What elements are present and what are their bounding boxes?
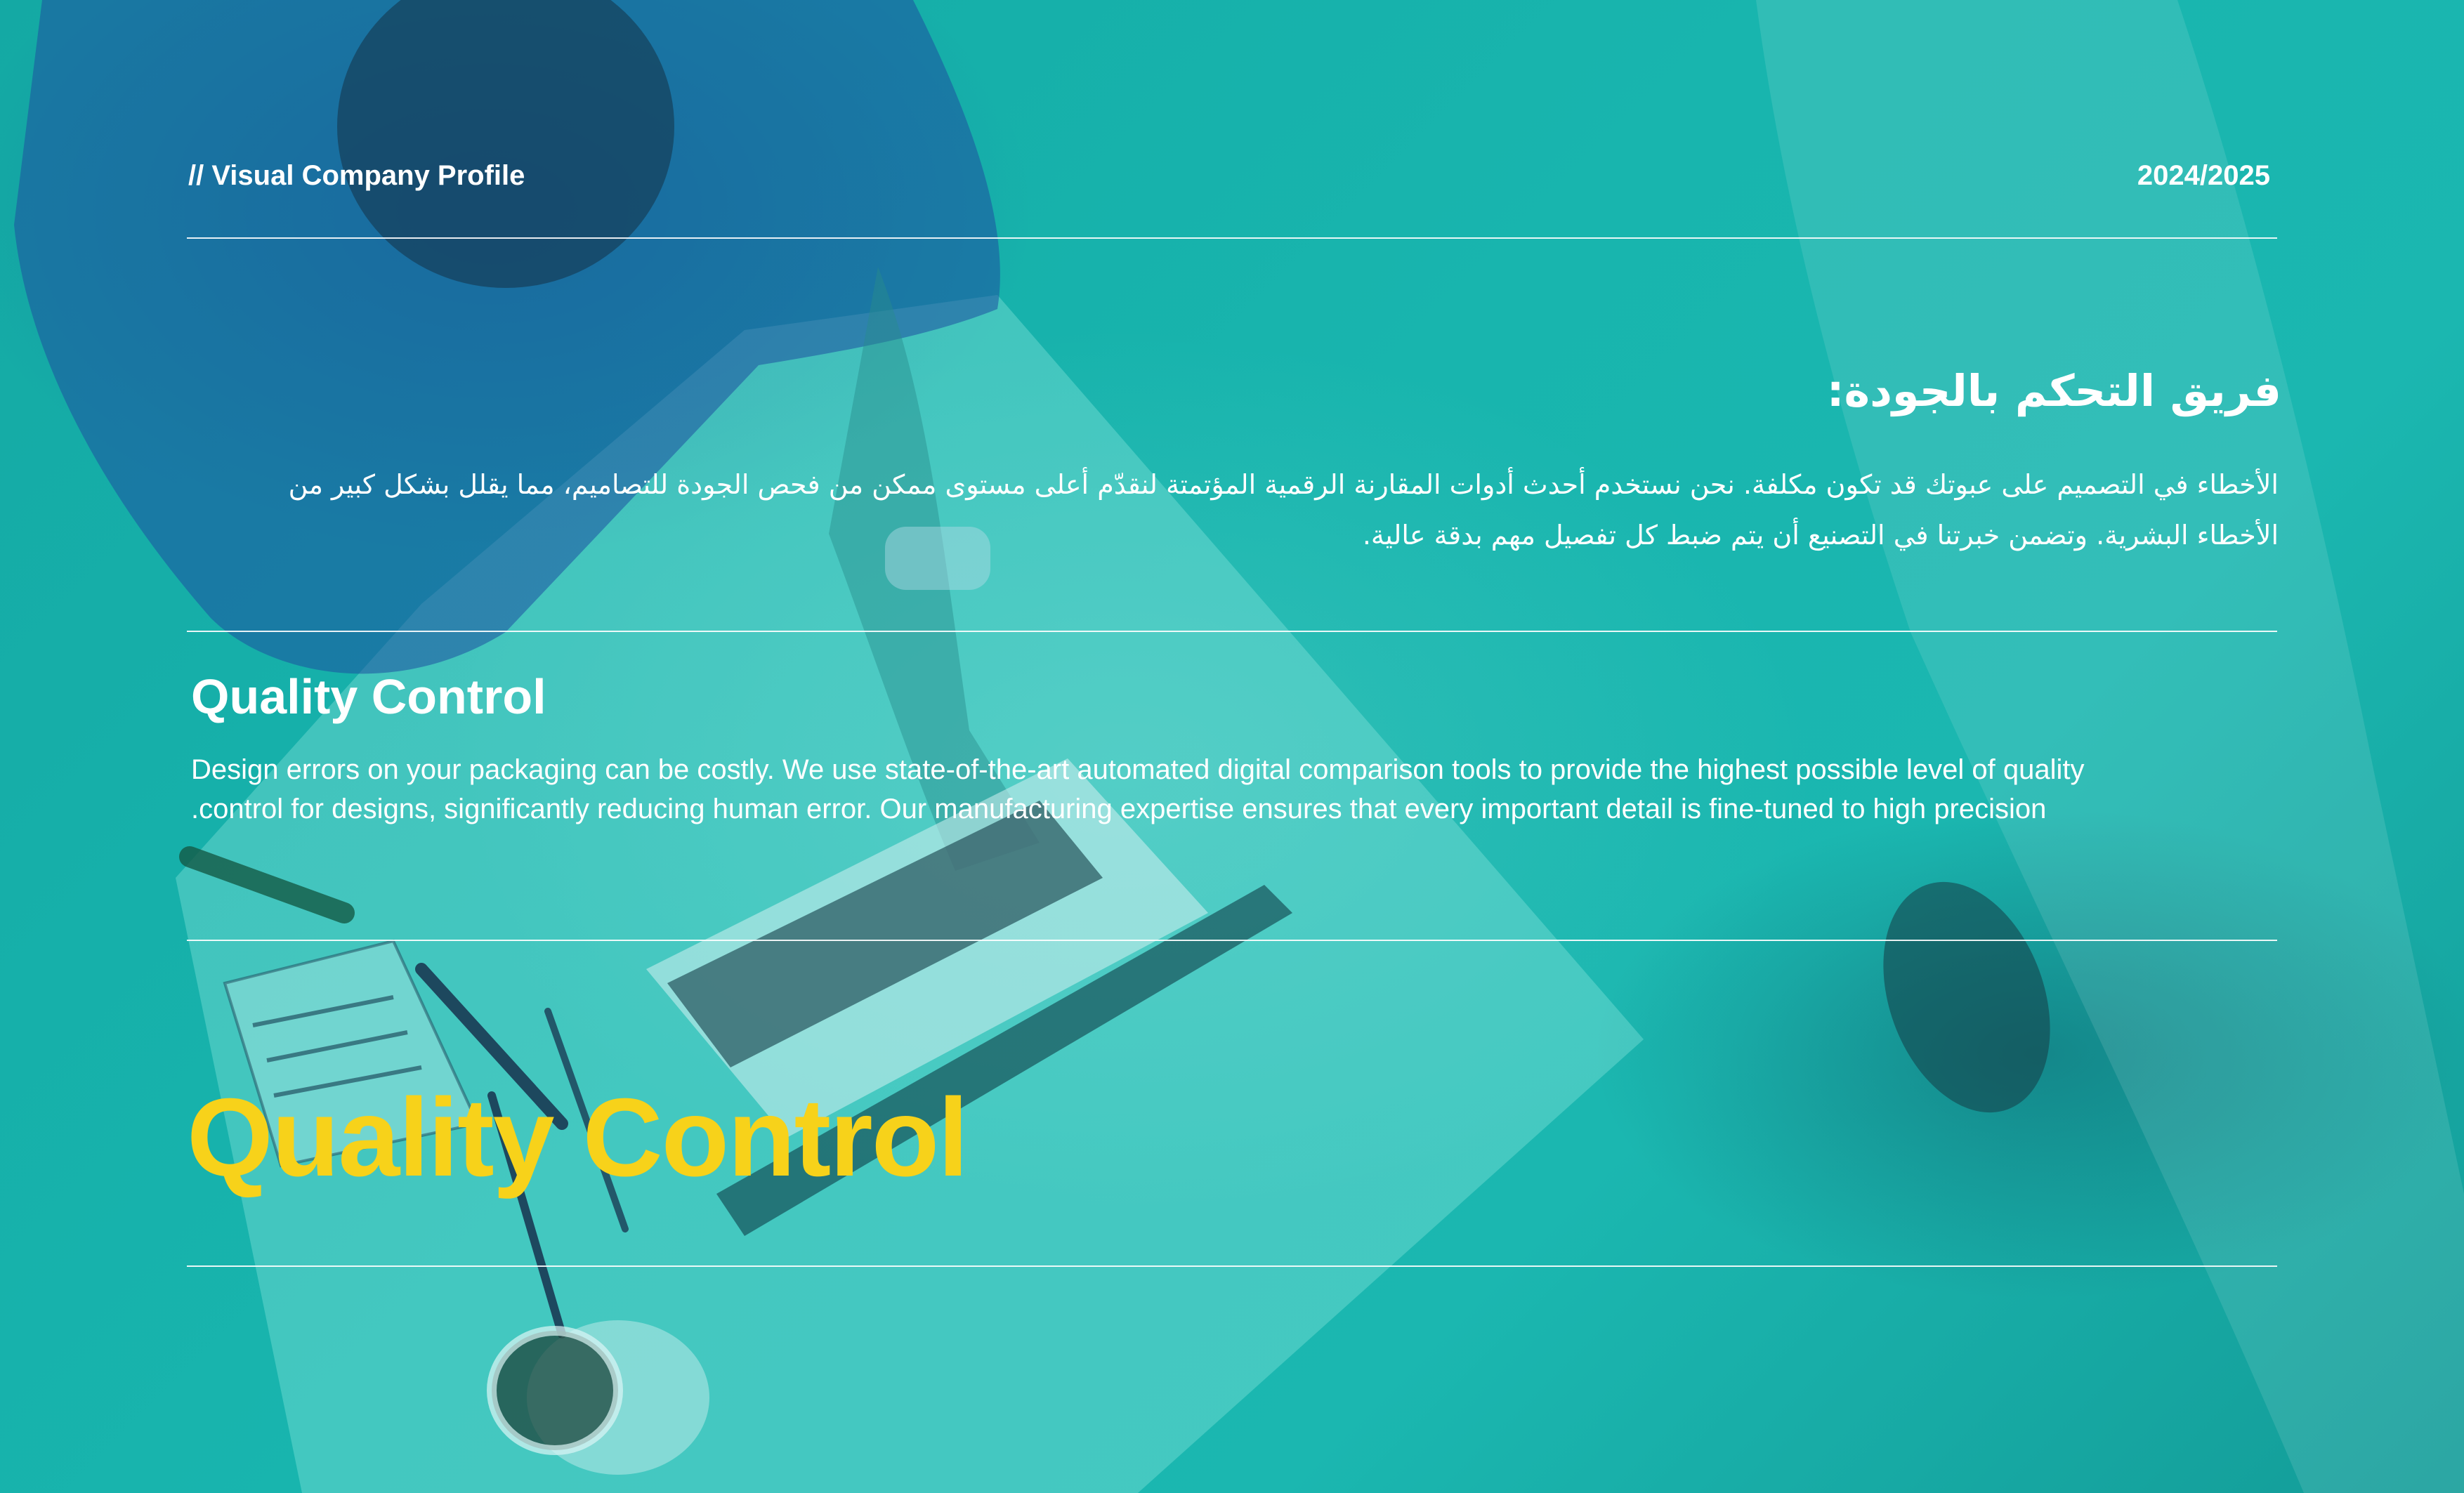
- profile-label: // Visual Company Profile: [188, 160, 525, 191]
- hero-title: Quality Control: [187, 1076, 969, 1199]
- english-section-title: Quality Control: [191, 669, 546, 724]
- divider-bottom: [187, 1265, 2277, 1267]
- english-section-body: Design errors on your packaging can be c…: [191, 750, 2270, 829]
- english-body-line-2: .control for designs, significantly redu…: [191, 794, 2047, 824]
- divider-middle: [187, 631, 2277, 632]
- arabic-section-body: الأخطاء في التصميم على عبوتك قد تكون مكل…: [288, 469, 2279, 551]
- english-body-line-1: Design errors on your packaging can be c…: [191, 754, 2085, 785]
- divider-lower: [187, 940, 2277, 941]
- background-photo-illustration: [14, 0, 2464, 1493]
- divider-top: [187, 237, 2277, 239]
- year-label: 2024/2025: [2137, 160, 2270, 191]
- coffee-cup: [487, 1326, 623, 1455]
- arabic-section-title: فريق التحكم بالجودة:: [1826, 365, 2281, 416]
- blurred-figure: [1756, 0, 2464, 1493]
